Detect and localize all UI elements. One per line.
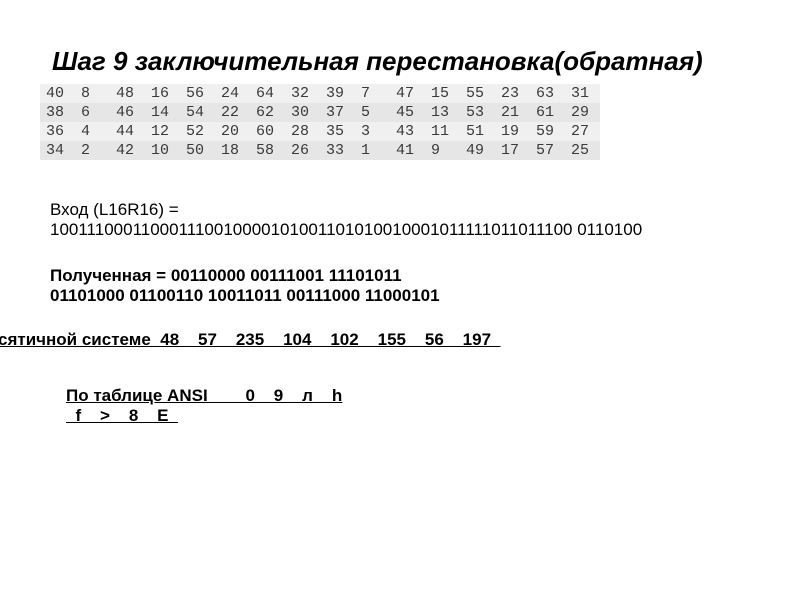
cell: 24 [215,84,250,103]
cell: 19 [495,122,530,141]
ansi-block: По таблице ANSI 0 9 л h f > 8 E [66,386,342,427]
cell: 26 [285,141,320,160]
cell: 46 [110,103,145,122]
cell: 11 [425,122,460,141]
cell: 59 [530,122,565,141]
cell: 8 [75,84,110,103]
cell: 15 [425,84,460,103]
cell: 55 [460,84,495,103]
cell: 2 [75,141,110,160]
decimal-line: сятичной системе 48 57 235 104 102 155 5… [0,330,500,350]
cell: 56 [180,84,215,103]
cell: 63 [530,84,565,103]
cell: 18 [215,141,250,160]
cell: 41 [390,141,425,160]
cell: 37 [320,103,355,122]
cell: 9 [425,141,460,160]
cell: 48 [110,84,145,103]
cell: 20 [215,122,250,141]
cell: 62 [250,103,285,122]
cell: 53 [460,103,495,122]
cell: 16 [145,84,180,103]
table-row: 364441252206028353431151195927 [40,122,600,141]
cell: 27 [565,122,600,141]
cell: 57 [530,141,565,160]
cell: 44 [110,122,145,141]
cell: 4 [75,122,110,141]
cell: 32 [285,84,320,103]
cell: 47 [390,84,425,103]
input-bits: 1001110001100011100100001010011010100100… [50,220,730,240]
step-heading: Шаг 9 заключительная перестановка(обратн… [52,48,703,75]
cell: 38 [40,103,75,122]
cell: 14 [145,103,180,122]
cell: 1 [355,141,390,160]
cell: 42 [110,141,145,160]
cell: 10 [145,141,180,160]
cell: 36 [40,122,75,141]
cell: 54 [180,103,215,122]
cell: 40 [40,84,75,103]
cell: 64 [250,84,285,103]
cell: 6 [75,103,110,122]
cell: 21 [495,103,530,122]
cell: 61 [530,103,565,122]
input-label: Вход (L16R16) = [50,200,730,220]
cell: 29 [565,103,600,122]
cell: 45 [390,103,425,122]
cell: 3 [355,122,390,141]
cell: 43 [390,122,425,141]
table-row: 386461454226230375451353216129 [40,103,600,122]
cell: 52 [180,122,215,141]
cell: 13 [425,103,460,122]
cell: 58 [250,141,285,160]
cell: 34 [40,141,75,160]
cell: 60 [250,122,285,141]
cell: 39 [320,84,355,103]
cell: 31 [565,84,600,103]
table-row: 408481656246432397471555236331 [40,84,600,103]
cell: 33 [320,141,355,160]
cell: 49 [460,141,495,160]
received-block: Полученная = 00110000 00111001 11101011 … [50,266,740,307]
cell: 35 [320,122,355,141]
cell: 30 [285,103,320,122]
cell: 12 [145,122,180,141]
cell: 51 [460,122,495,141]
cell: 28 [285,122,320,141]
cell: 7 [355,84,390,103]
cell: 50 [180,141,215,160]
cell: 22 [215,103,250,122]
cell: 25 [565,141,600,160]
permutation-table: 408481656246432397471555236331 386461454… [40,84,600,160]
cell: 5 [355,103,390,122]
received-line2: 01101000 01100110 10011011 00111000 1100… [50,286,440,305]
table-row: 34242105018582633141949175725 [40,141,600,160]
cell: 23 [495,84,530,103]
cell: 17 [495,141,530,160]
received-line1: Полученная = 00110000 00111001 11101011 [50,266,402,285]
